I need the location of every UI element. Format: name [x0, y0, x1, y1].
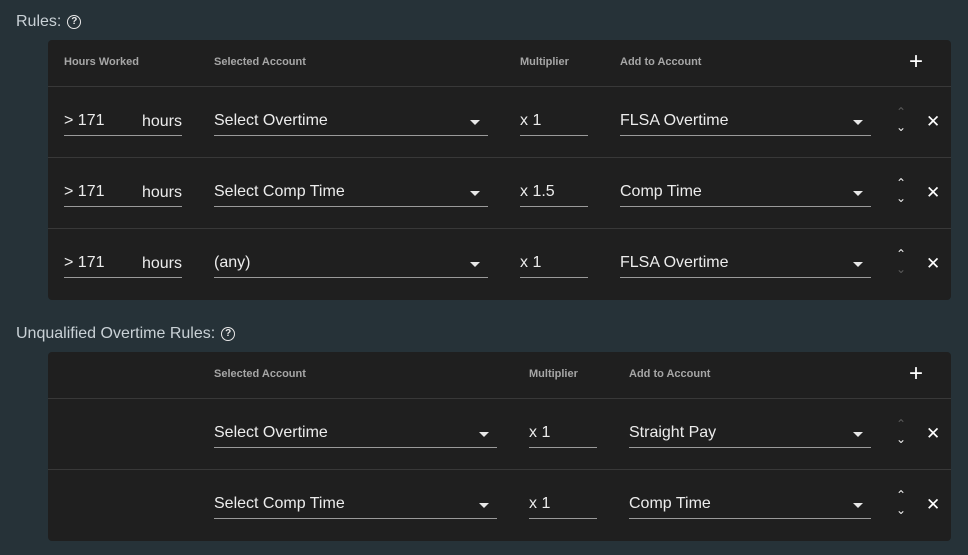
selected-account-select[interactable]: Select Comp Time [214, 490, 497, 519]
caret-down-icon [853, 191, 863, 196]
rules-table-header: Hours Worked Selected Account Multiplier… [48, 40, 951, 87]
chevron-up-icon[interactable]: ⌃ [894, 417, 908, 432]
caret-down-icon [853, 432, 863, 437]
hours-threshold-value: > 171 [64, 183, 105, 200]
header-multiplier: Multiplier [529, 368, 578, 380]
unqualified-rule-row: Select Overtime x 1 Straight Pay ⌃ ⌄ ✕ [48, 399, 951, 470]
unqualified-section-title: Unqualified Overtime Rules: ? [16, 325, 236, 343]
multiplier-value: x 1.5 [520, 183, 555, 200]
close-icon[interactable]: ✕ [926, 112, 940, 132]
hours-threshold-field[interactable]: > 171 hours [64, 107, 182, 136]
chevron-up-icon[interactable]: ⌃ [894, 488, 908, 503]
header-hours-worked: Hours Worked [64, 56, 139, 68]
add-to-account-select[interactable]: Comp Time [629, 490, 871, 519]
hours-unit-label: hours [141, 184, 182, 201]
add-to-account-select[interactable]: Straight Pay [629, 419, 871, 448]
add-to-account-value: FLSA Overtime [620, 112, 729, 129]
multiplier-field[interactable]: x 1 [520, 249, 588, 278]
multiplier-value: x 1 [520, 112, 542, 129]
hours-threshold-field[interactable]: > 171 hours [64, 249, 182, 278]
reorder-controls: ⌃ ⌄ [894, 488, 908, 518]
multiplier-field[interactable]: x 1 [520, 107, 588, 136]
close-icon[interactable]: ✕ [926, 254, 940, 274]
caret-down-icon [470, 262, 480, 267]
hours-unit-label: hours [141, 113, 182, 130]
add-to-account-select[interactable]: Comp Time [620, 178, 871, 207]
caret-down-icon [853, 503, 863, 508]
selected-account-select[interactable]: Select Overtime [214, 419, 497, 448]
selected-account-value: Select Overtime [214, 112, 328, 129]
header-add-to-account: Add to Account [620, 56, 702, 68]
chevron-up-icon[interactable]: ⌃ [894, 176, 908, 191]
reorder-controls: ⌃ ⌄ [894, 176, 908, 206]
multiplier-field[interactable]: x 1 [529, 490, 597, 519]
add-to-account-value: Comp Time [629, 495, 711, 512]
unqualified-rule-row: Select Comp Time x 1 Comp Time ⌃ ⌄ ✕ [48, 470, 951, 541]
hours-threshold-value: > 171 [64, 112, 105, 129]
header-selected-account: Selected Account [214, 368, 306, 380]
header-multiplier: Multiplier [520, 56, 569, 68]
add-to-account-select[interactable]: FLSA Overtime [620, 249, 871, 278]
chevron-down-icon[interactable]: ⌄ [894, 432, 908, 447]
selected-account-value: Select Comp Time [214, 183, 345, 200]
selected-account-value: Select Comp Time [214, 495, 345, 512]
rules-title-text: Rules: [16, 13, 62, 30]
chevron-down-icon[interactable]: ⌄ [894, 262, 908, 277]
multiplier-value: x 1 [520, 254, 542, 271]
selected-account-value: Select Overtime [214, 424, 328, 441]
add-to-account-select[interactable]: FLSA Overtime [620, 107, 871, 136]
selected-account-value: (any) [214, 254, 251, 271]
header-add-to-account: Add to Account [629, 368, 711, 380]
add-unqualified-rule-plus-icon[interactable]: + [909, 362, 923, 386]
close-icon[interactable]: ✕ [926, 495, 940, 515]
caret-down-icon [479, 432, 489, 437]
rule-row: > 171 hours (any) x 1 FLSA Overtime ⌃ ⌄ … [48, 229, 951, 300]
caret-down-icon [470, 191, 480, 196]
hours-threshold-value: > 171 [64, 254, 105, 271]
unqualified-rules-table: Selected Account Multiplier Add to Accou… [48, 352, 951, 541]
unqualified-title-text: Unqualified Overtime Rules: [16, 325, 216, 342]
chevron-up-icon[interactable]: ⌃ [894, 247, 908, 262]
header-selected-account: Selected Account [214, 56, 306, 68]
chevron-down-icon[interactable]: ⌄ [894, 191, 908, 206]
reorder-controls: ⌃ ⌄ [894, 105, 908, 135]
chevron-down-icon[interactable]: ⌄ [894, 120, 908, 135]
unqualified-table-header: Selected Account Multiplier Add to Accou… [48, 352, 951, 399]
caret-down-icon [470, 120, 480, 125]
rule-row: > 171 hours Select Comp Time x 1.5 Comp … [48, 158, 951, 229]
add-to-account-value: Comp Time [620, 183, 702, 200]
help-icon[interactable]: ? [221, 327, 236, 341]
reorder-controls: ⌃ ⌄ [894, 247, 908, 277]
multiplier-field[interactable]: x 1.5 [520, 178, 588, 207]
hours-threshold-field[interactable]: > 171 hours [64, 178, 182, 207]
multiplier-value: x 1 [529, 424, 551, 441]
selected-account-select[interactable]: Select Comp Time [214, 178, 488, 207]
selected-account-select[interactable]: Select Overtime [214, 107, 488, 136]
multiplier-value: x 1 [529, 495, 551, 512]
selected-account-select[interactable]: (any) [214, 249, 488, 278]
caret-down-icon [479, 503, 489, 508]
rules-section-title: Rules: ? [16, 13, 82, 31]
add-to-account-value: FLSA Overtime [620, 254, 729, 271]
hours-unit-label: hours [141, 255, 182, 272]
close-icon[interactable]: ✕ [926, 183, 940, 203]
reorder-controls: ⌃ ⌄ [894, 417, 908, 447]
chevron-up-icon[interactable]: ⌃ [894, 105, 908, 120]
caret-down-icon [853, 262, 863, 267]
help-icon[interactable]: ? [67, 15, 82, 29]
multiplier-field[interactable]: x 1 [529, 419, 597, 448]
rule-row: > 171 hours Select Overtime x 1 FLSA Ove… [48, 87, 951, 158]
caret-down-icon [853, 120, 863, 125]
add-rule-plus-icon[interactable]: + [909, 50, 923, 74]
chevron-down-icon[interactable]: ⌄ [894, 503, 908, 518]
rules-table: Hours Worked Selected Account Multiplier… [48, 40, 951, 300]
close-icon[interactable]: ✕ [926, 424, 940, 444]
add-to-account-value: Straight Pay [629, 424, 717, 441]
